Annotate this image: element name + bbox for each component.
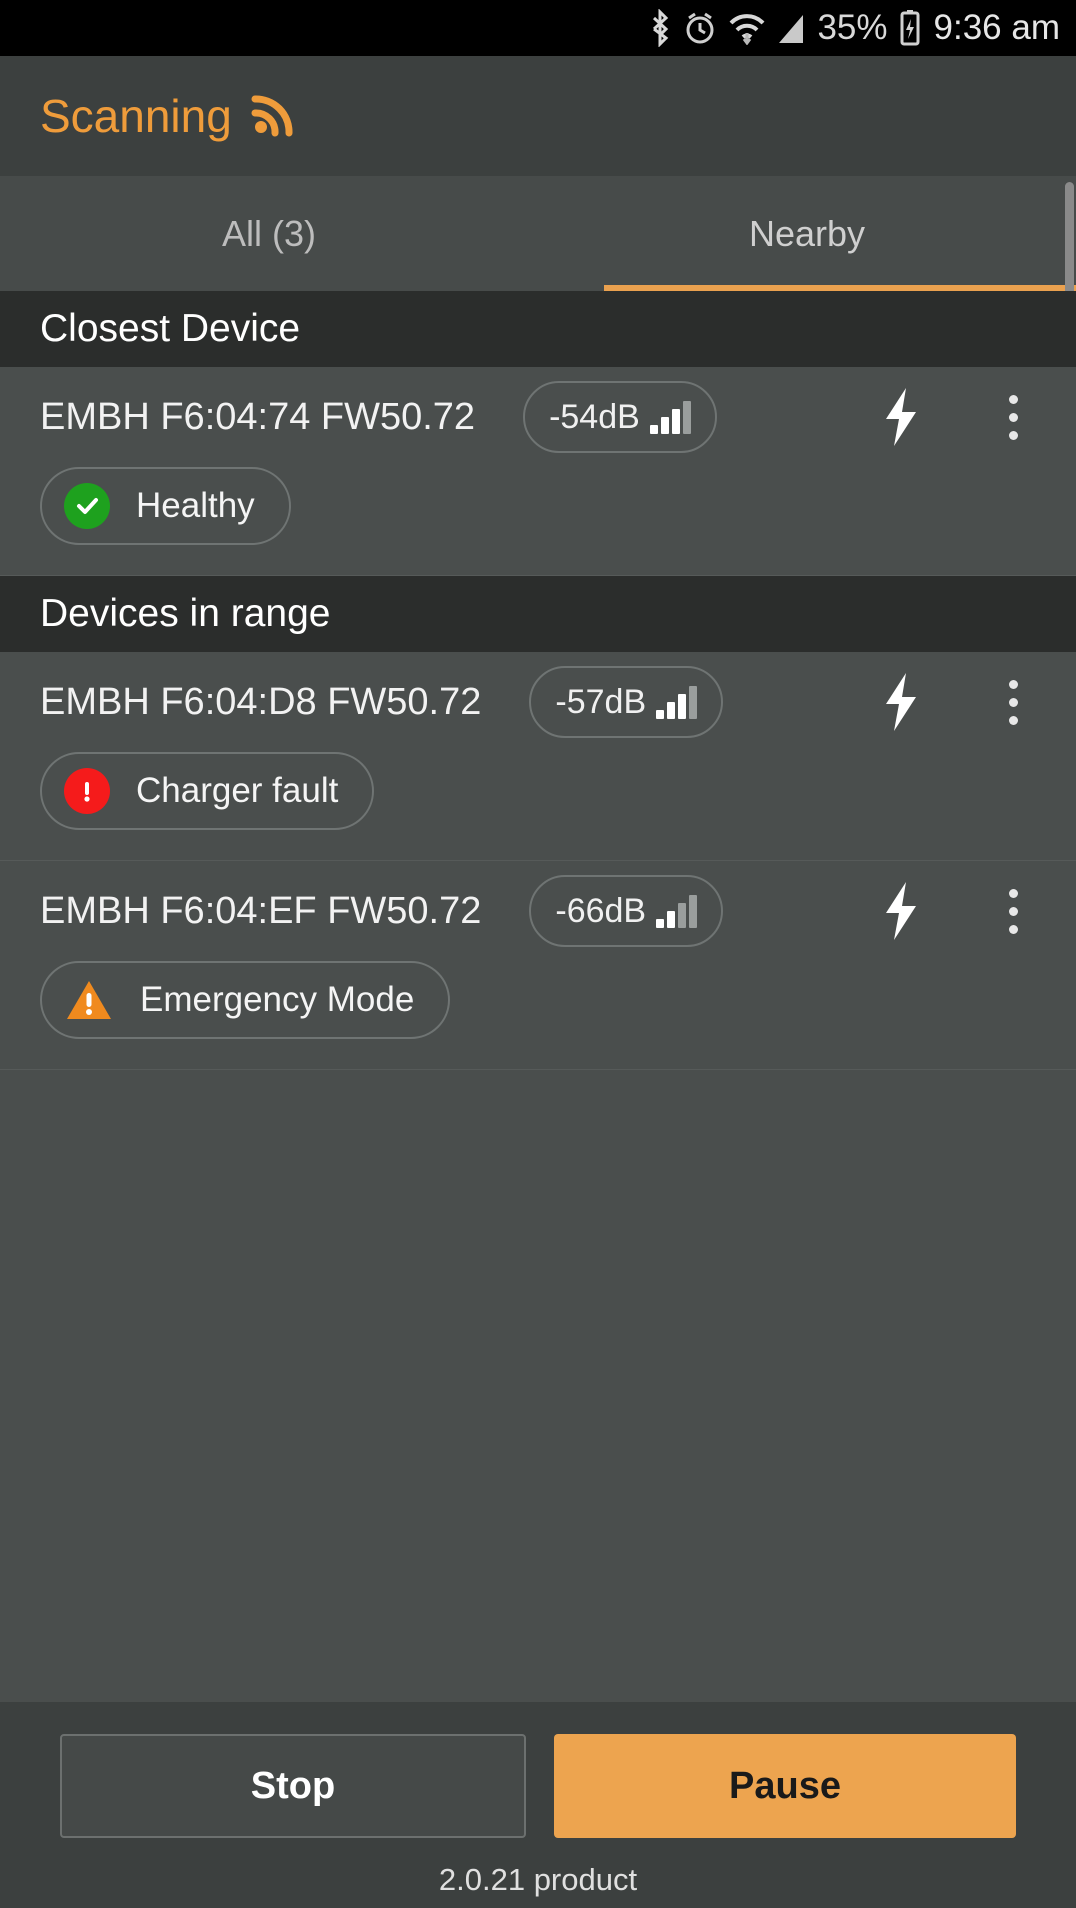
tab-bar: All (3) Nearby bbox=[0, 176, 1076, 482]
system-status-bar: 35% 9:36 am bbox=[0, 0, 1076, 56]
check-circle-icon bbox=[64, 483, 110, 529]
status-badge: Emergency Mode bbox=[40, 961, 451, 1039]
device-name: EMBH F6:04:74 FW50.72 bbox=[40, 395, 476, 438]
status-badge: Healthy bbox=[40, 467, 291, 545]
tab-nearby[interactable]: Nearby bbox=[538, 176, 1076, 291]
device-row[interactable]: EMBH F6:04:D8 FW50.72 -57dB Charger faul… bbox=[0, 652, 1076, 861]
device-status-area: Charger fault bbox=[0, 752, 1076, 860]
tab-all[interactable]: All (3) bbox=[0, 176, 538, 291]
signal-bars-icon bbox=[649, 400, 691, 434]
rssi-chip: -57dB bbox=[529, 666, 724, 738]
status-badge-label: Healthy bbox=[136, 486, 255, 525]
lightning-bolt-icon[interactable] bbox=[876, 386, 926, 448]
wifi-icon bbox=[727, 11, 767, 45]
rssi-value: -66dB bbox=[555, 891, 647, 930]
bluetooth-icon bbox=[647, 9, 673, 47]
device-name: EMBH F6:04:D8 FW50.72 bbox=[40, 680, 482, 723]
device-row[interactable]: EMBH F6:04:74 FW50.72 -54dB Healthy bbox=[0, 367, 1076, 576]
page-title: Scanning bbox=[40, 90, 232, 142]
status-badge: Charger fault bbox=[40, 752, 375, 830]
overflow-menu-icon[interactable] bbox=[978, 679, 1048, 725]
device-row[interactable]: EMBH F6:04:EF FW50.72 -66dB Emergency Mo… bbox=[0, 861, 1076, 1070]
stop-button[interactable]: Stop bbox=[60, 1734, 526, 1838]
version-label: 2.0.21 product bbox=[438, 1862, 638, 1897]
stop-button-label: Stop bbox=[250, 1764, 336, 1807]
rssi-chip: -54dB bbox=[523, 381, 717, 453]
battery-percent-label: 35% bbox=[817, 8, 888, 47]
section-header-in-range: Devices in range bbox=[0, 576, 1076, 652]
clock-label: 9:36 am bbox=[933, 8, 1060, 47]
status-badge-label: Charger fault bbox=[136, 771, 339, 810]
section-header-label: Devices in range bbox=[40, 592, 331, 635]
battery-charging-icon bbox=[898, 9, 922, 47]
signal-bars-icon bbox=[656, 685, 698, 719]
overflow-menu-icon[interactable] bbox=[978, 888, 1048, 934]
broadcast-signal-icon bbox=[250, 90, 298, 143]
device-name: EMBH F6:04:EF FW50.72 bbox=[40, 889, 482, 932]
section-header-label: Closest Device bbox=[40, 307, 301, 350]
signal-bars-icon bbox=[656, 894, 698, 928]
lightning-bolt-icon[interactable] bbox=[876, 880, 926, 942]
app-bar: Scanning bbox=[0, 56, 1076, 176]
error-circle-icon bbox=[64, 768, 110, 814]
pause-button[interactable]: Pause bbox=[554, 1734, 1016, 1838]
device-row-main: EMBH F6:04:EF FW50.72 -66dB bbox=[0, 861, 1076, 961]
device-status-area: Emergency Mode bbox=[0, 961, 1076, 1069]
section-header-closest: Closest Device bbox=[0, 291, 1076, 367]
device-row-main: EMBH F6:04:74 FW50.72 -54dB bbox=[0, 367, 1076, 467]
cellular-signal-icon bbox=[777, 11, 807, 45]
tab-nearby-label: Nearby bbox=[748, 212, 866, 254]
rssi-value: -54dB bbox=[549, 397, 640, 436]
alarm-icon bbox=[683, 10, 717, 46]
device-list: Closest Device EMBH F6:04:74 FW50.72 -54… bbox=[0, 291, 1076, 1702]
tab-all-label: All (3) bbox=[221, 212, 316, 254]
status-badge-label: Emergency Mode bbox=[140, 980, 415, 1019]
lightning-bolt-icon[interactable] bbox=[876, 671, 926, 733]
device-row-main: EMBH F6:04:D8 FW50.72 -57dB bbox=[0, 652, 1076, 752]
overflow-menu-icon[interactable] bbox=[978, 394, 1048, 440]
app-window: 35% 9:36 am Scanning All (3) Nearby Clos bbox=[0, 0, 1076, 1908]
pause-button-label: Pause bbox=[729, 1764, 841, 1807]
footer-bar: Stop Pause 2.0.21 product bbox=[0, 1702, 1076, 1908]
rssi-value: -57dB bbox=[555, 682, 647, 721]
action-button-row: Stop Pause bbox=[60, 1734, 1016, 1838]
rssi-chip: -66dB bbox=[529, 875, 724, 947]
device-status-area: Healthy bbox=[0, 467, 1076, 575]
warning-triangle-icon bbox=[64, 978, 114, 1022]
